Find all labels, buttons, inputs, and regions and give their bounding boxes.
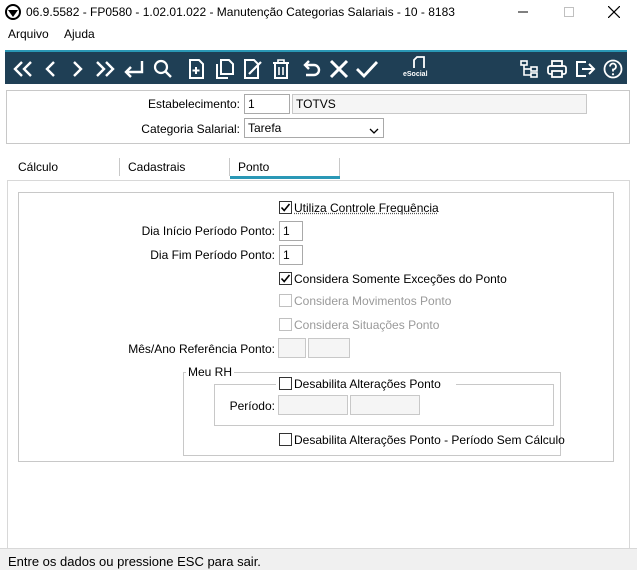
somente-excecoes-checkbox[interactable] (279, 272, 292, 285)
situacoes-checkbox[interactable] (279, 318, 292, 331)
desabilita-alteracoes-checkbox[interactable] (279, 377, 292, 390)
tree-icon[interactable] (517, 57, 541, 81)
active-tab-indicator (230, 176, 340, 179)
estabelecimento-label: Estabelecimento: (147, 97, 240, 111)
minimize-button[interactable] (500, 0, 546, 24)
dia-inicio-label: Dia Início Período Ponto: (141, 224, 275, 238)
movimentos-label: Considera Movimentos Ponto (294, 294, 452, 308)
categoria-value: Tarefa (248, 121, 282, 135)
tab-divider (339, 158, 340, 176)
tab-divider (229, 158, 230, 176)
periodo-label: Período: (229, 399, 275, 413)
chevron-down-icon (369, 124, 379, 137)
mes-ano-label: Mês/Ano Referência Ponto: (128, 342, 275, 356)
close-button[interactable] (591, 0, 637, 24)
print-icon[interactable] (545, 57, 569, 81)
next-icon[interactable] (65, 57, 89, 81)
exit-icon[interactable] (573, 57, 597, 81)
dia-inicio-field[interactable]: 1 (279, 221, 303, 241)
toolbar: eSocial (5, 50, 627, 84)
movimentos-checkbox[interactable] (279, 294, 292, 307)
maximize-button[interactable] (546, 0, 592, 24)
estabelecimento-name-field: TOTVS (292, 94, 587, 114)
desabilita-sem-calculo-label: Desabilita Alterações Ponto - Período Se… (294, 433, 565, 447)
estabelecimento-field[interactable]: 1 (244, 94, 290, 114)
dia-fim-field[interactable]: 1 (279, 245, 303, 265)
help-icon[interactable] (601, 57, 625, 81)
goto-icon[interactable] (122, 57, 146, 81)
menu-ajuda[interactable]: Ajuda (64, 27, 95, 41)
categoria-label: Categoria Salarial: (141, 122, 240, 136)
situacoes-label: Considera Situações Ponto (294, 318, 440, 332)
desabilita-sem-calculo-checkbox[interactable] (279, 433, 292, 446)
meu-rh-title: Meu RH (186, 365, 235, 379)
esocial-label: eSocial (403, 71, 428, 78)
confirm-icon[interactable] (355, 57, 379, 81)
app-icon (5, 4, 21, 20)
menu-arquivo[interactable]: Arquivo (8, 27, 49, 41)
copy-icon[interactable] (213, 57, 237, 81)
title-bar: 06.9.5582 - FP0580 - 1.02.01.022 - Manut… (0, 0, 637, 24)
esocial-button[interactable]: eSocial (401, 55, 437, 83)
check-icon (280, 274, 291, 283)
periodo-fim-field[interactable] (350, 395, 420, 415)
undo-icon[interactable] (299, 57, 323, 81)
cancel-icon[interactable] (327, 57, 351, 81)
ano-field[interactable] (308, 338, 350, 358)
search-icon[interactable] (151, 57, 175, 81)
edit-icon[interactable] (241, 57, 265, 81)
mes-field[interactable] (278, 338, 306, 358)
tab-calculo[interactable]: Cálculo (18, 160, 58, 174)
desabilita-alteracoes-label: Desabilita Alterações Ponto (294, 377, 441, 391)
status-bar: Entre os dados ou pressione ESC para sai… (0, 548, 637, 570)
dia-fim-label: Dia Fim Período Ponto: (150, 248, 275, 262)
previous-icon[interactable] (39, 57, 63, 81)
check-icon (280, 203, 291, 212)
tab-ponto[interactable]: Ponto (238, 160, 269, 174)
categoria-select[interactable]: Tarefa (244, 118, 384, 138)
window-title: 06.9.5582 - FP0580 - 1.02.01.022 - Manut… (26, 5, 455, 19)
utiliza-controle-checkbox[interactable] (279, 201, 292, 214)
delete-icon[interactable] (269, 57, 293, 81)
periodo-inicio-field[interactable] (278, 395, 348, 415)
new-icon[interactable] (185, 57, 209, 81)
status-text: Entre os dados ou pressione ESC para sai… (8, 554, 261, 569)
somente-excecoes-label: Considera Somente Exceções do Ponto (294, 272, 507, 286)
tab-divider (119, 158, 120, 176)
utiliza-controle-label: Utiliza Controle Frequência (294, 201, 439, 215)
last-icon[interactable] (93, 57, 117, 81)
menu-bar: Arquivo Ajuda (0, 25, 637, 44)
first-icon[interactable] (11, 57, 35, 81)
tab-cadastrais[interactable]: Cadastrais (128, 160, 185, 174)
